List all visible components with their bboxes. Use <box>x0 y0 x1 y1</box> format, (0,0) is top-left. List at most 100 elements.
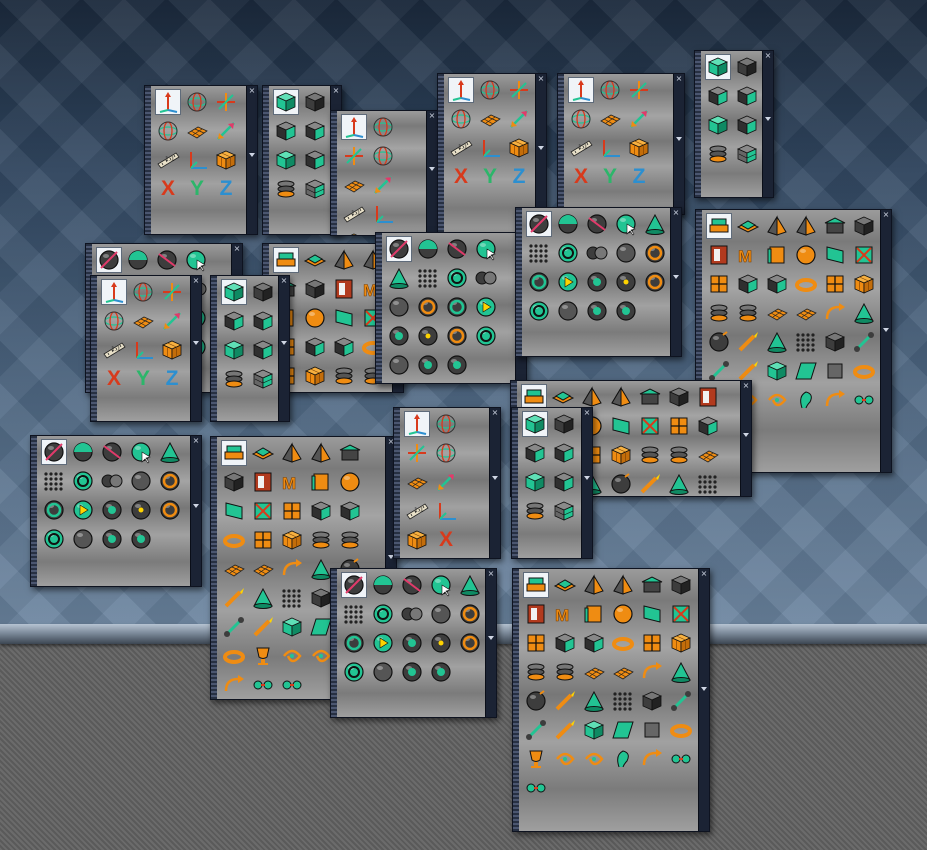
cube-face-icon[interactable] <box>551 411 577 437</box>
cube-edge-icon[interactable] <box>221 308 247 334</box>
cube-corner-icon[interactable] <box>250 308 276 334</box>
grid-cube-green-icon[interactable] <box>279 527 305 553</box>
grid-snap-icon[interactable] <box>184 118 210 144</box>
tool-palette-transform[interactable]: 1:1XYZ× <box>330 110 438 236</box>
bend-arrow-icon[interactable] <box>639 659 665 685</box>
panel-split-icon[interactable] <box>221 556 247 582</box>
sphere-half-icon[interactable] <box>555 211 581 237</box>
letter-m-icon[interactable]: M <box>735 242 761 268</box>
grid-snap-icon[interactable] <box>341 172 367 198</box>
grid-cube-green-icon[interactable] <box>302 363 328 389</box>
face-cross-icon[interactable] <box>250 498 276 524</box>
pyramid-icon[interactable] <box>581 572 607 598</box>
ruler-icon[interactable]: 1:1 <box>448 135 474 161</box>
ball-orange-icon[interactable] <box>610 601 636 627</box>
cone-black-icon[interactable] <box>666 471 692 496</box>
palette-menu-icon[interactable] <box>488 635 494 640</box>
ring-orange-icon[interactable] <box>457 601 483 627</box>
star-grid-icon[interactable] <box>695 471 721 496</box>
sphere-move-icon[interactable] <box>386 236 412 262</box>
cone-black-icon[interactable] <box>581 688 607 714</box>
corner-axes-icon[interactable] <box>370 201 396 227</box>
cube-wedge-icon[interactable] <box>302 147 328 173</box>
cube-edge-icon[interactable] <box>273 118 299 144</box>
close-icon[interactable]: × <box>536 74 546 84</box>
slab-icon[interactable] <box>250 440 276 466</box>
grid-cube-icon[interactable] <box>551 498 577 524</box>
cube-wedge-icon[interactable] <box>250 337 276 363</box>
sphere-cut-icon[interactable] <box>154 247 180 273</box>
tool-palette-select[interactable]: × <box>210 275 290 422</box>
cube-select-icon[interactable] <box>522 411 548 437</box>
torus-icon[interactable] <box>668 717 694 743</box>
box-stack-icon[interactable] <box>273 247 299 273</box>
scale-arrows-icon[interactable] <box>506 106 532 132</box>
cube-cut-icon[interactable] <box>331 334 357 360</box>
palette-menu-icon[interactable] <box>429 166 435 171</box>
pyramid-icon[interactable] <box>764 213 790 239</box>
node-link-icon[interactable] <box>250 672 276 698</box>
sphere-half-icon[interactable] <box>125 247 151 273</box>
ruler-icon[interactable]: 1:1 <box>568 135 594 161</box>
sphere-gray-icon[interactable] <box>428 601 454 627</box>
tool-palette-sphere[interactable]: × <box>330 568 497 718</box>
door-icon[interactable] <box>706 242 732 268</box>
z-axis-icon[interactable]: Z <box>506 164 532 190</box>
ear-icon[interactable] <box>610 746 636 772</box>
sphere-play-icon[interactable] <box>370 630 396 656</box>
cap-icon[interactable] <box>822 213 848 239</box>
rotate-axes-icon[interactable] <box>433 440 459 466</box>
sphere-dark-icon[interactable] <box>70 526 96 552</box>
move-xyz-icon[interactable] <box>404 440 430 466</box>
x-axis-icon[interactable]: X <box>433 527 459 553</box>
palette-menu-icon[interactable] <box>584 475 590 480</box>
dot-cloud-icon[interactable] <box>415 265 441 291</box>
cylinder-stack-icon[interactable] <box>308 527 334 553</box>
scene-viewport[interactable]: 1:1XYZ××1:1XYZ×1:1XYZ×1:1XYZ×××M×1:1XYZ×… <box>0 0 927 850</box>
cube-wedge-icon[interactable] <box>551 469 577 495</box>
tool-palette-modeling[interactable]: M× <box>512 568 710 832</box>
empty-slot-icon[interactable] <box>822 358 848 384</box>
wedge-icon[interactable] <box>308 498 334 524</box>
close-icon[interactable]: × <box>490 408 500 418</box>
ring-sphere-icon[interactable] <box>70 468 96 494</box>
bomb-icon[interactable] <box>706 329 732 355</box>
face-cross-icon[interactable] <box>637 413 663 439</box>
mesh-grid-icon[interactable] <box>610 659 636 685</box>
sphere-target-icon[interactable] <box>99 497 125 523</box>
sphere-gray-icon[interactable] <box>386 294 412 320</box>
scale-arrows-icon[interactable] <box>159 308 185 334</box>
ring-cut-icon[interactable] <box>41 497 67 523</box>
box-stack-icon[interactable] <box>706 213 732 239</box>
pencil-cone-icon[interactable] <box>851 300 877 326</box>
tool-palette-sphere[interactable]: × <box>30 435 202 587</box>
cylinder-stack-icon[interactable] <box>706 300 732 326</box>
ring-orange-icon[interactable] <box>157 468 183 494</box>
palette-menu-icon[interactable] <box>538 146 544 150</box>
cube-edge-icon[interactable] <box>522 440 548 466</box>
x-axis-icon[interactable]: X <box>101 366 127 392</box>
panel-split-icon[interactable] <box>764 300 790 326</box>
z-axis-icon[interactable]: Z <box>433 556 459 558</box>
cylinder-stack-icon[interactable] <box>331 363 357 389</box>
sphere-cut-icon[interactable] <box>399 572 425 598</box>
cone-icon[interactable] <box>157 439 183 465</box>
grid-cube-icon[interactable] <box>302 176 328 202</box>
sphere-orange-icon[interactable] <box>642 269 668 295</box>
door-icon[interactable] <box>523 601 549 627</box>
node-cross-icon[interactable] <box>523 775 549 801</box>
palette-menu-icon[interactable] <box>492 475 498 480</box>
check-face-icon[interactable] <box>279 614 305 640</box>
rotate-widget-icon[interactable] <box>477 77 503 103</box>
tool-palette-transform[interactable]: 1:1XYZ× <box>144 85 258 235</box>
z-axis-icon[interactable]: Z <box>626 164 652 190</box>
rotate-widget-icon[interactable] <box>433 411 459 437</box>
dot-cloud-icon[interactable] <box>41 468 67 494</box>
sphere-ring-icon[interactable] <box>526 298 552 324</box>
tool-palette-transform[interactable]: 1:1XYZ× <box>393 407 501 559</box>
sphere-pointer-icon[interactable] <box>428 572 454 598</box>
sphere-split-icon[interactable] <box>613 298 639 324</box>
rotate-widget-icon[interactable] <box>370 114 396 140</box>
move-xyz-icon[interactable] <box>213 89 239 115</box>
cone-black-icon[interactable] <box>764 329 790 355</box>
